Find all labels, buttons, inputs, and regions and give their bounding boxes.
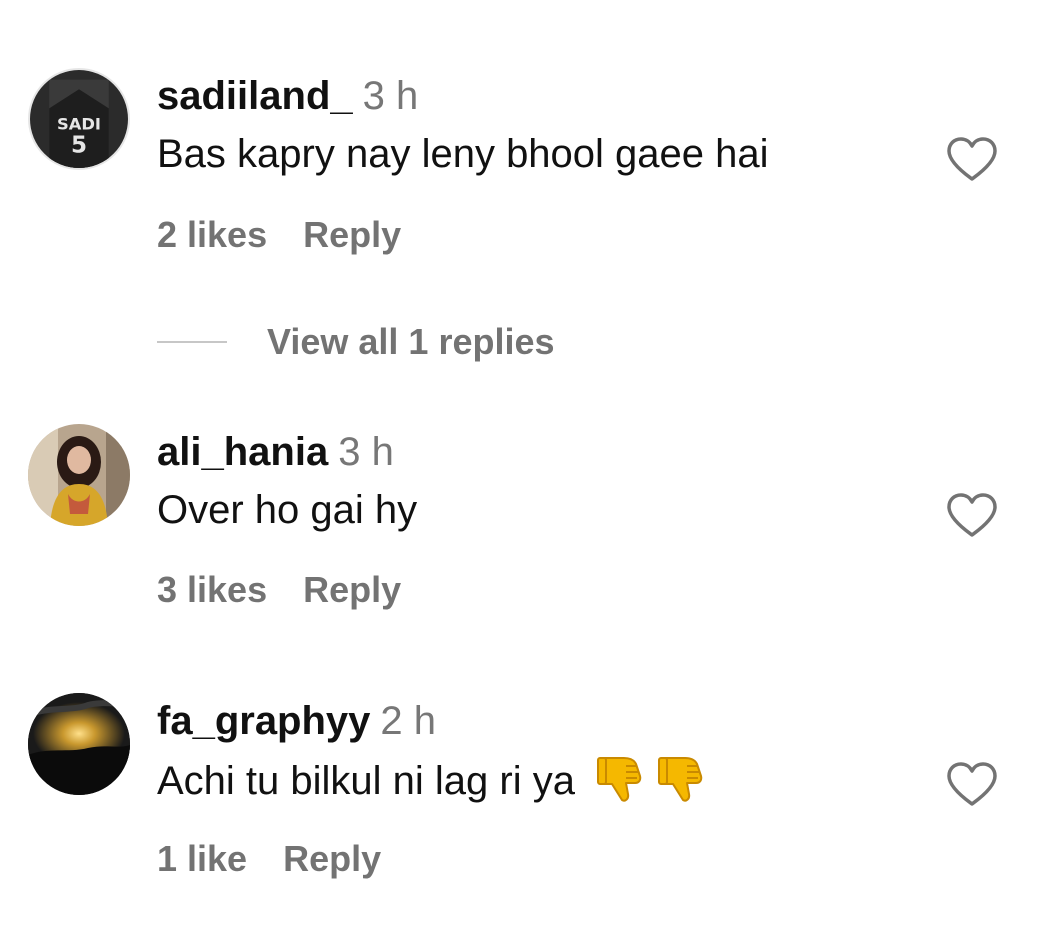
reply-button[interactable]: Reply [303, 569, 401, 610]
avatar-jersey-name: SADI [57, 115, 101, 134]
view-replies-button[interactable]: View all 1 replies [157, 318, 555, 366]
avatar[interactable] [28, 693, 130, 795]
avatar-jersey-number: 5 [71, 133, 87, 159]
like-heart-icon[interactable] [946, 136, 998, 182]
username[interactable]: fa_graphyy [157, 699, 370, 743]
reply-button[interactable]: Reply [283, 838, 381, 879]
view-replies-label: View all 1 replies [267, 321, 555, 362]
comment-actions: 1 like Reply [157, 837, 381, 881]
likes-count[interactable]: 3 likes [157, 569, 267, 610]
like-heart-icon[interactable] [946, 492, 998, 538]
avatar[interactable] [28, 424, 130, 526]
likes-count[interactable]: 2 likes [157, 214, 267, 255]
comment-text: Bas kapry nay leny bhool gaee hai [157, 132, 769, 176]
replies-divider [157, 341, 227, 343]
avatar[interactable]: SADI 5 [28, 68, 130, 170]
username[interactable]: ali_hania [157, 430, 328, 474]
avatar-image: SADI 5 [30, 70, 128, 168]
thumbs-down-icon [597, 757, 642, 802]
reply-button[interactable]: Reply [303, 214, 401, 255]
comment-text: Achi tu bilkul ni lag ri ya [157, 752, 707, 807]
thumbs-down-icon [658, 757, 703, 802]
timestamp: 2 h [380, 699, 437, 743]
username[interactable]: sadiiland_ [157, 74, 353, 118]
comment-header: fa_graphyy 2 h [157, 697, 436, 745]
comment-actions: 3 likes Reply [157, 568, 401, 612]
timestamp: 3 h [362, 74, 419, 118]
avatar-image [28, 424, 130, 526]
comment-text: Over ho gai hy [157, 488, 418, 532]
avatar-image [28, 693, 130, 795]
comment-header: ali_hania 3 h [157, 428, 394, 476]
comment-header: sadiiland_ 3 h [157, 72, 418, 120]
comment-text-content: Achi tu bilkul ni lag ri ya [157, 759, 575, 803]
likes-count[interactable]: 1 like [157, 838, 247, 879]
like-heart-icon[interactable] [946, 761, 998, 807]
comment-actions: 2 likes Reply [157, 213, 401, 257]
timestamp: 3 h [338, 430, 394, 474]
